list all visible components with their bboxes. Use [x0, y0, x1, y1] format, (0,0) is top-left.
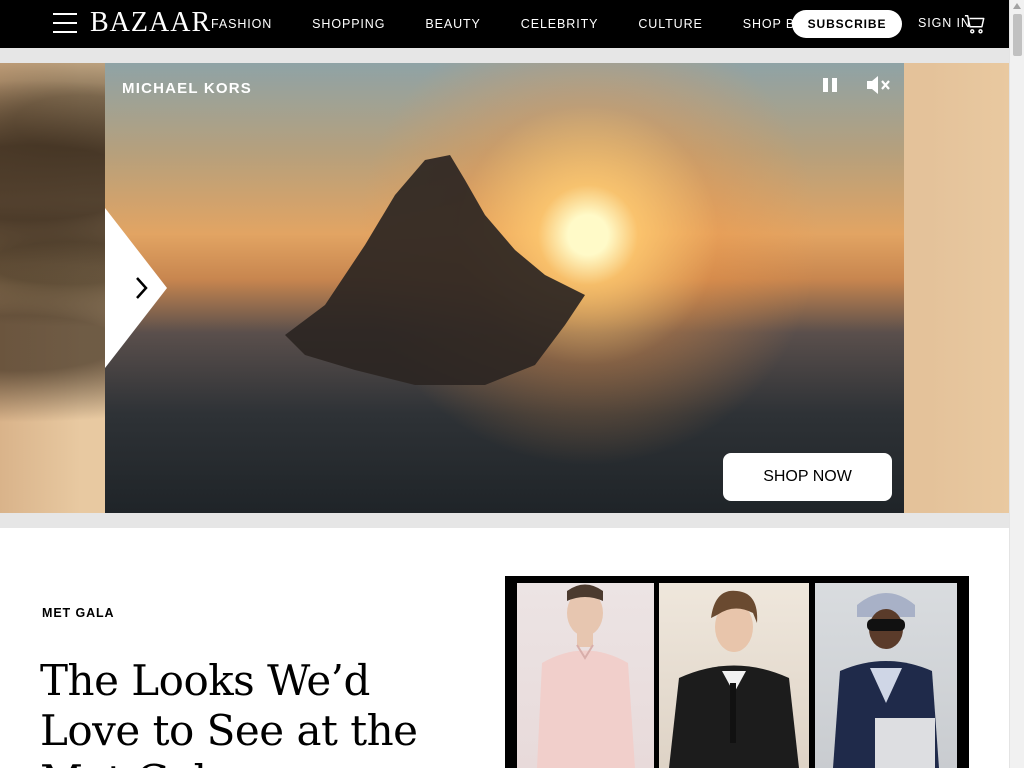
chevron-right-icon[interactable] [105, 208, 167, 368]
runway-look-2 [659, 583, 809, 768]
shopping-cart-icon[interactable] [964, 13, 986, 35]
sign-in-link[interactable]: SIGN IN [918, 16, 971, 30]
shop-now-button[interactable]: SHOP NOW [723, 453, 892, 501]
nav-celebrity[interactable]: CELEBRITY [521, 17, 599, 31]
article-headline[interactable]: The Looks We’d Love to See at the Met Ga… [40, 656, 460, 768]
nav-beauty[interactable]: BEAUTY [425, 17, 480, 31]
bazaar-logo[interactable]: BAZAAR [90, 8, 211, 38]
nav-culture[interactable]: CULTURE [638, 17, 702, 31]
page-scrollbar[interactable] [1009, 0, 1024, 768]
runway-look-3 [815, 583, 957, 768]
article-kicker[interactable]: MET GALA [42, 606, 114, 620]
runway-look-1 [517, 583, 654, 768]
article-image[interactable] [505, 576, 969, 768]
nav-fashion[interactable]: FASHION [211, 17, 272, 31]
main-nav: FASHION SHOPPING BEAUTY CELEBRITY CULTUR… [211, 0, 881, 48]
site-header: BAZAAR FASHION SHOPPING BEAUTY CELEBRITY… [0, 0, 1009, 48]
ad-brand-label: MICHAEL KORS [122, 80, 252, 97]
scroll-up-arrow-icon[interactable] [1013, 3, 1021, 9]
hamburger-menu-icon[interactable] [53, 13, 77, 33]
subscribe-button[interactable]: SUBSCRIBE [792, 10, 902, 38]
pause-icon[interactable] [821, 76, 839, 94]
nav-shopping[interactable]: SHOPPING [312, 17, 385, 31]
island-silhouette [285, 155, 585, 385]
scrollbar-thumb[interactable] [1013, 14, 1022, 56]
muted-speaker-icon[interactable] [865, 73, 891, 97]
ad-video-player[interactable]: MICHAEL KORS SHOP NOW [105, 63, 904, 513]
